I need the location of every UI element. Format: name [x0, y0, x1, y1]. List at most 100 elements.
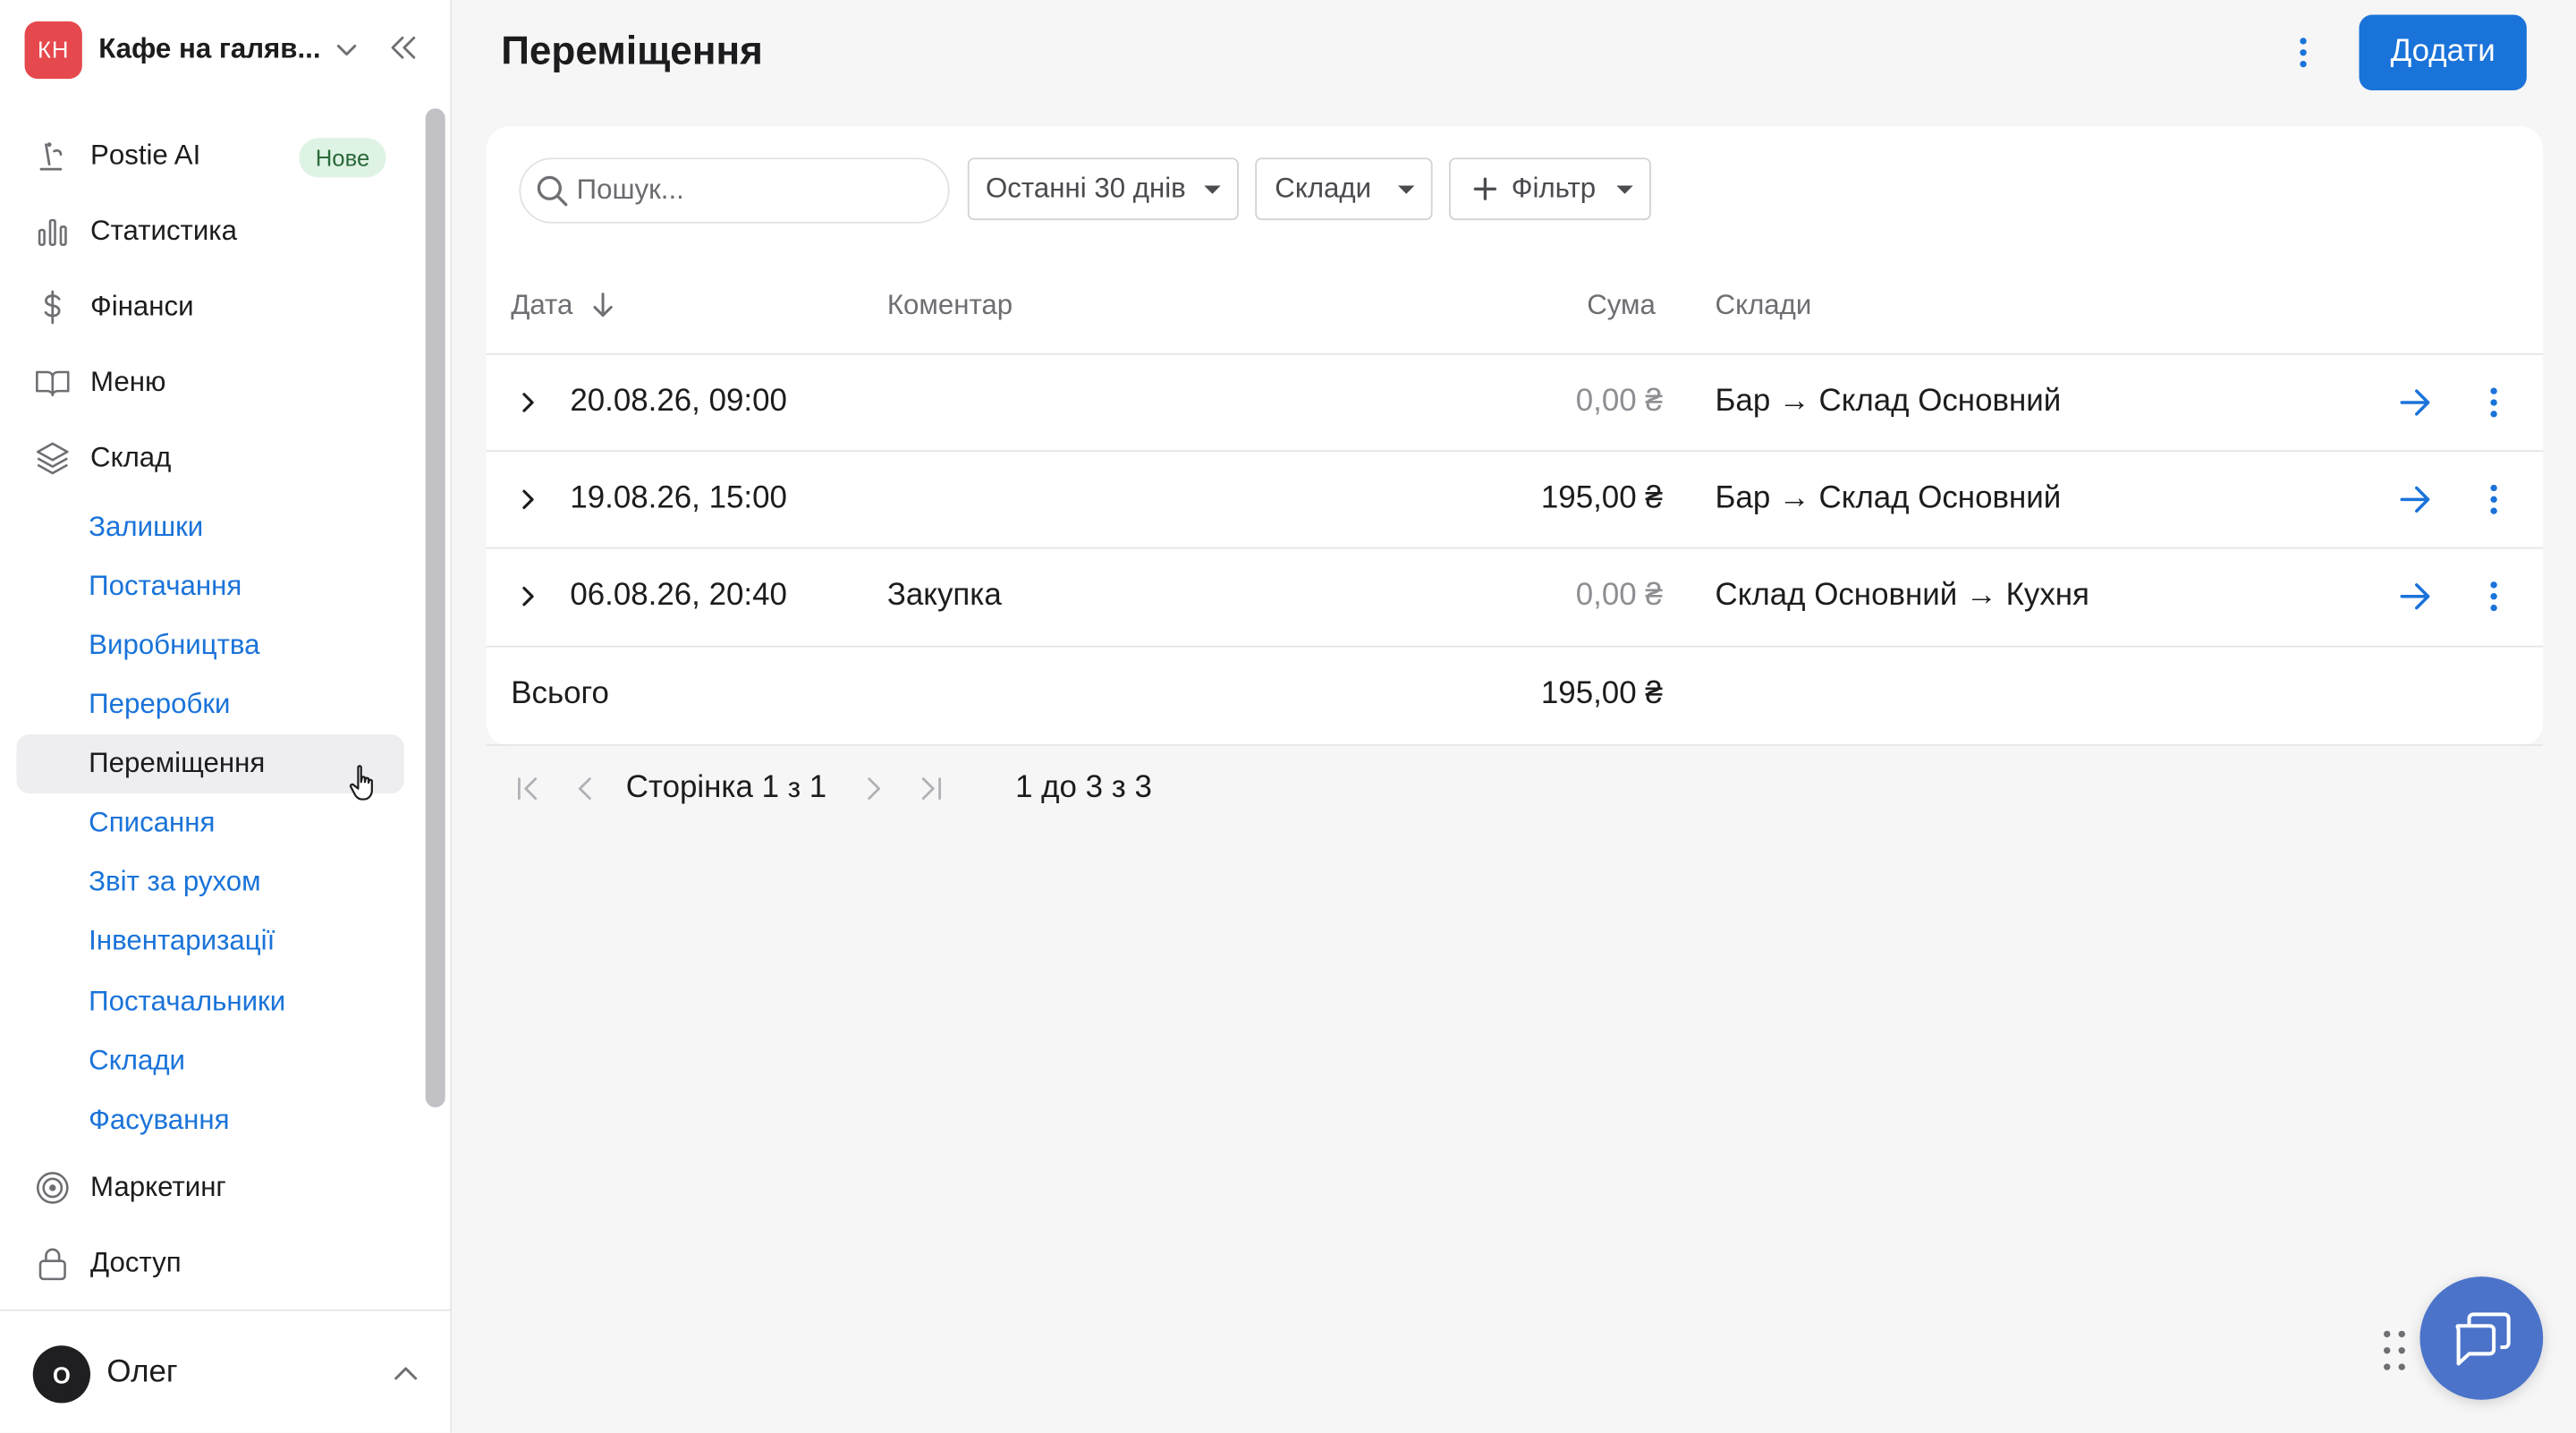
column-header-label: Дата [511, 289, 573, 321]
divider [486, 744, 2544, 746]
chevron-up-icon [394, 1367, 418, 1380]
column-header-warehouses[interactable]: Склади [1716, 289, 1812, 322]
filter-dropdown[interactable]: Фільтр [1448, 157, 1651, 221]
row-comment: Закупка [886, 578, 1002, 614]
plus-icon [1473, 177, 1497, 200]
sidebar: КН Кафе на галяв... Postie AI Нове Стати… [0, 0, 453, 1433]
column-header-date[interactable]: Дата [511, 289, 615, 322]
chevron-right-icon[interactable] [516, 488, 539, 511]
page-indicator: Сторінка 1 з 1 [626, 770, 826, 806]
sidebar-item-label: Статистика [90, 215, 238, 247]
transfers-card: Останні 30 днів Склади Фільтр Дата Комен… [486, 126, 2544, 746]
sidebar-subitem-inventories[interactable]: Інвентаризації [16, 912, 403, 971]
arrow-right-icon[interactable] [2397, 385, 2433, 420]
sidebar-scrollbar-thumb[interactable] [425, 108, 445, 1107]
sidebar-subitem-suppliers[interactable]: Постачальники [16, 972, 403, 1031]
sparkle-icon [35, 138, 71, 174]
arrow-right-icon[interactable] [2397, 481, 2433, 517]
layers-icon [35, 440, 71, 476]
new-badge: Нове [299, 138, 386, 178]
prev-page-icon[interactable] [573, 774, 599, 803]
range-indicator: 1 до 3 з 3 [1015, 770, 1152, 805]
chevron-right-icon[interactable] [516, 585, 539, 608]
warehouses-dropdown[interactable]: Склади [1255, 157, 1433, 221]
row-warehouses: Бар → Склад Основний [1715, 481, 2062, 516]
sort-down-arrow-icon [592, 293, 613, 318]
page-current: 1 [761, 770, 779, 805]
chevron-right-icon[interactable] [516, 391, 539, 414]
sidebar-subitem-warehouses[interactable]: Склади [16, 1031, 403, 1090]
more-vertical-icon[interactable] [2289, 33, 2318, 72]
row-sum: 0,00 ₴ [1575, 384, 1663, 420]
caret-down-icon [1398, 185, 1415, 194]
sidebar-item-menu[interactable]: Меню [16, 352, 403, 414]
sidebar-subitem-transfers[interactable]: Переміщення [16, 734, 404, 794]
sidebar-item-label: Доступ [90, 1247, 182, 1278]
sidebar-item-label: Postie AI [90, 140, 201, 172]
sidebar-item-label: Фінанси [90, 291, 194, 322]
lock-icon [35, 1245, 71, 1281]
sidebar-subitem-supplies[interactable]: Постачання [16, 557, 403, 616]
row-date: 19.08.26, 15:00 [570, 481, 787, 516]
row-sum: 0,00 ₴ [1575, 578, 1663, 614]
search-input[interactable] [576, 174, 922, 208]
search-field[interactable] [519, 157, 950, 224]
more-vertical-icon[interactable] [2479, 481, 2509, 517]
next-page-icon[interactable] [860, 774, 886, 803]
arrow-right-icon[interactable] [2397, 579, 2433, 615]
divider [486, 450, 2544, 453]
caret-down-icon [1204, 185, 1221, 194]
brand-switcher[interactable]: КН Кафе на галяв... [24, 20, 428, 79]
sidebar-item-statistics[interactable]: Статистика [16, 200, 403, 263]
more-vertical-icon[interactable] [2479, 385, 2509, 420]
sidebar-subitem-writeoffs[interactable]: Списання [16, 793, 403, 852]
sidebar-item-warehouse[interactable]: Склад [16, 428, 403, 490]
chevron-down-icon [336, 44, 357, 56]
first-page-icon[interactable] [514, 774, 540, 803]
chat-bubble-icon [2454, 1311, 2510, 1365]
page-title: Переміщення [501, 30, 763, 74]
sidebar-subitem-balances[interactable]: Залишки [16, 498, 403, 557]
divider [486, 352, 2544, 355]
sidebar-item-marketing[interactable]: Маркетинг [16, 1157, 403, 1219]
brand-logo: КН [24, 20, 82, 79]
book-icon [35, 365, 71, 401]
sidebar-item-label: Меню [90, 366, 166, 398]
drag-handle-icon[interactable] [2380, 1327, 2410, 1373]
chat-button[interactable] [2419, 1276, 2544, 1400]
add-button[interactable]: Додати [2359, 14, 2527, 91]
brand-name: Кафе на галяв... [98, 32, 321, 64]
divider [486, 547, 2544, 549]
sidebar-subitem-processing[interactable]: Переробки [16, 675, 403, 734]
period-dropdown-label: Останні 30 днів [986, 172, 1186, 204]
search-icon [537, 175, 568, 207]
sidebar-item-label: Склад [90, 442, 172, 473]
row-sum: 195,00 ₴ [1540, 481, 1663, 516]
warehouses-dropdown-label: Склади [1275, 172, 1372, 204]
collapse-sidebar-icon[interactable] [387, 33, 417, 63]
column-header-sum[interactable]: Сума [1587, 289, 1656, 322]
sidebar-subitem-movement-report[interactable]: Звіт за рухом [16, 852, 403, 912]
user-menu[interactable]: О Олег [0, 1309, 451, 1433]
page-of: з [787, 772, 801, 804]
total-sum: 195,00 ₴ [1540, 676, 1663, 712]
more-vertical-icon[interactable] [2479, 579, 2509, 615]
sidebar-item-access[interactable]: Доступ [16, 1233, 403, 1295]
caret-down-icon [1616, 185, 1633, 194]
avatar: О [32, 1345, 91, 1403]
last-page-icon[interactable] [919, 774, 945, 803]
sidebar-item-postie-ai[interactable]: Postie AI Нове [16, 125, 403, 188]
sidebar-subitem-packaging[interactable]: Фасування [16, 1091, 403, 1150]
row-warehouses: Склад Основний → Кухня [1715, 578, 2089, 614]
divider [486, 645, 2544, 648]
filter-dropdown-label: Фільтр [1511, 172, 1597, 204]
target-icon [35, 1170, 71, 1206]
user-name: Олег [106, 1355, 178, 1390]
sidebar-item-finance[interactable]: Фінанси [16, 276, 403, 339]
page-prefix: Сторінка [625, 770, 753, 805]
dollar-icon [35, 289, 71, 325]
sidebar-subitem-productions[interactable]: Виробництва [16, 616, 403, 675]
column-header-comment[interactable]: Коментар [887, 289, 1013, 322]
period-dropdown[interactable]: Останні 30 днів [967, 157, 1239, 221]
page-total: 1 [809, 770, 827, 805]
